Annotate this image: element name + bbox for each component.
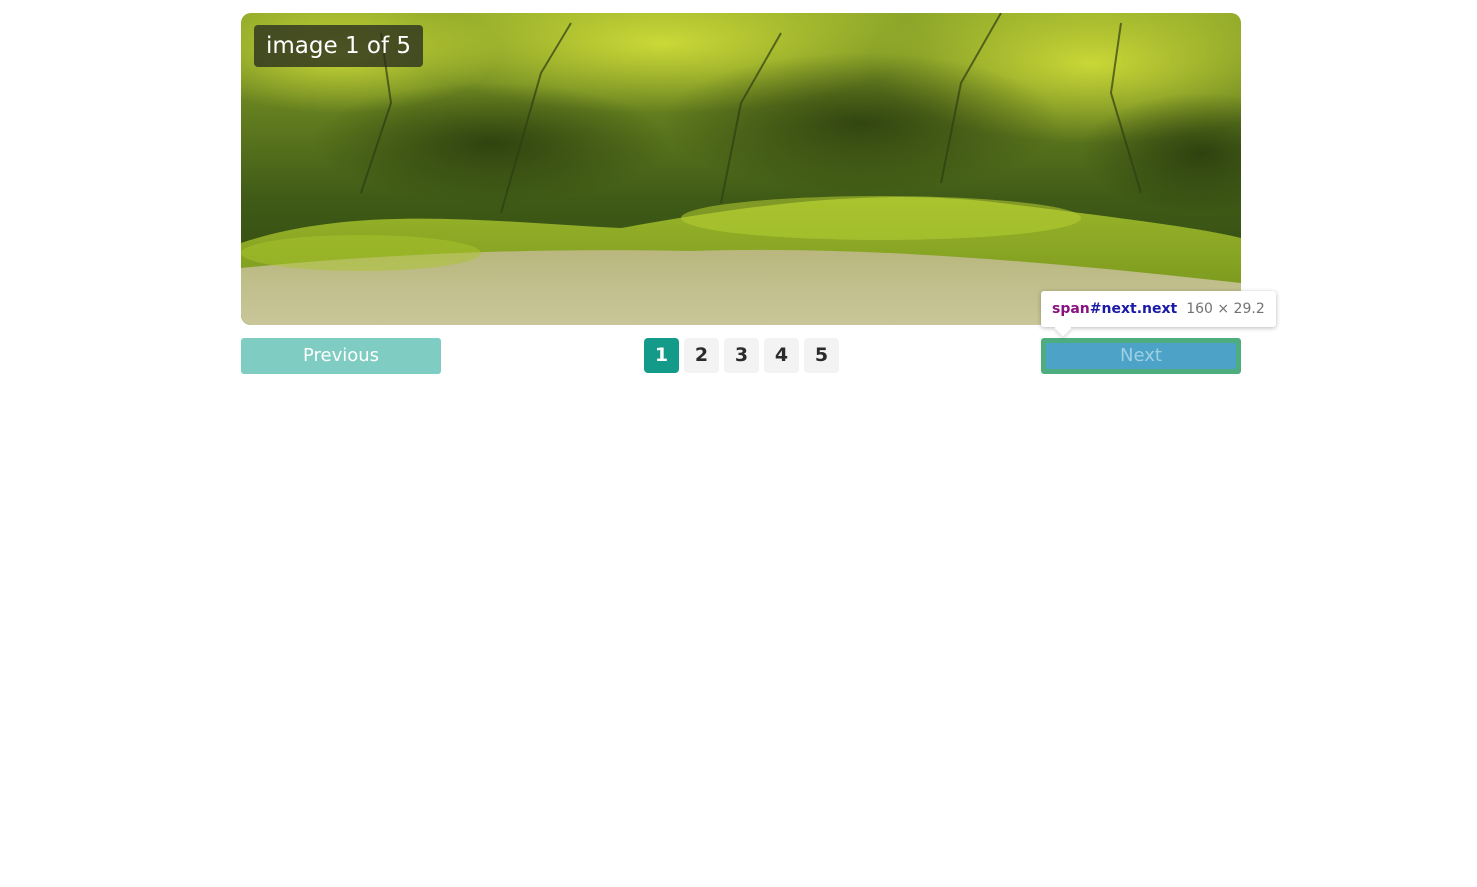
tooltip-dimensions: 160 × 29.2	[1186, 301, 1265, 317]
previous-button[interactable]: Previous	[241, 338, 441, 374]
image-slider: image 1 of 5	[241, 13, 1241, 325]
page-button-1[interactable]: 1	[644, 338, 679, 373]
page-button-4[interactable]: 4	[764, 338, 799, 373]
pagination: 1 2 3 4 5	[644, 338, 839, 373]
tooltip-selector: #next.next	[1089, 301, 1178, 317]
tooltip-tag: span	[1052, 301, 1090, 317]
next-button[interactable]: Next	[1041, 338, 1241, 374]
page-button-3[interactable]: 3	[724, 338, 759, 373]
slide-caption: image 1 of 5	[254, 25, 424, 67]
devtools-element-tooltip: span#next.next 160 × 29.2	[1041, 291, 1276, 327]
page-button-2[interactable]: 2	[684, 338, 719, 373]
page-button-5[interactable]: 5	[804, 338, 839, 373]
